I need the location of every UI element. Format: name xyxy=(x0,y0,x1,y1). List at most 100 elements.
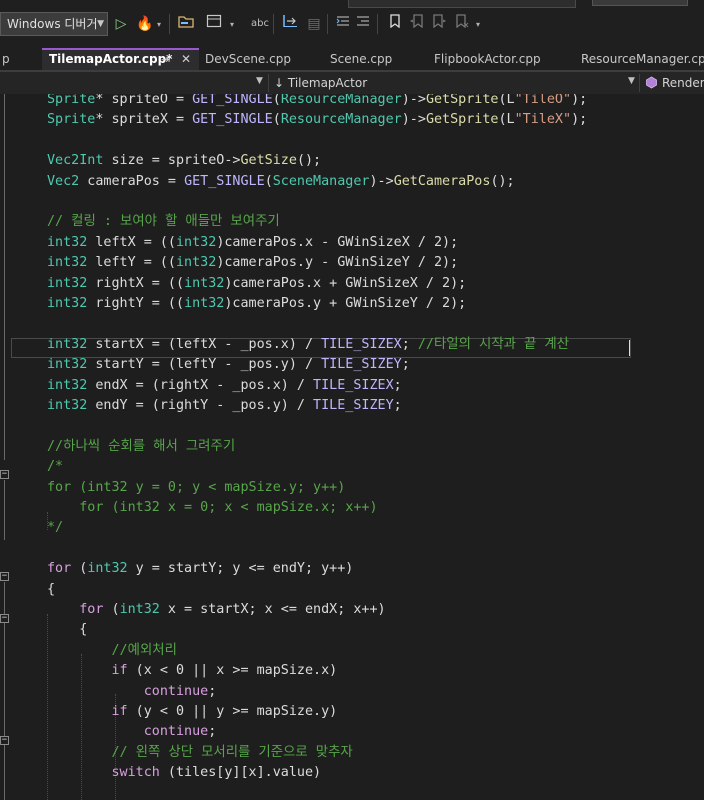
code-line[interactable]: int32 rightX = ((int32)cameraPos.x + GWi… xyxy=(47,274,466,294)
chevron-down-icon[interactable]: ▼ xyxy=(256,76,263,86)
search-box-edge[interactable] xyxy=(348,0,576,8)
code-token: for xyxy=(47,561,72,577)
layout-icon[interactable] xyxy=(205,14,223,34)
start-icon[interactable]: ▷ xyxy=(112,14,130,34)
code-line[interactable]: //하나씩 순회를 해서 그려주기 xyxy=(47,437,235,457)
code-token: { xyxy=(47,581,56,597)
code-line[interactable]: for (int32 x = 0; x < mapSize.x; x++) xyxy=(47,498,377,518)
hot-reload-icon[interactable]: 🔥 xyxy=(136,14,154,34)
collapse-icon[interactable]: − xyxy=(0,470,9,479)
tab-scene[interactable]: Scene.cpp xyxy=(330,48,420,70)
scope-select[interactable]: ↓ TilemapActor xyxy=(274,74,624,92)
pin-icon[interactable]: ⇥ xyxy=(161,50,170,69)
spell-check-icon[interactable]: abc xyxy=(251,14,269,34)
code-token: // 왼쪽 상단 모서리를 기준으로 맞추자 xyxy=(111,744,353,760)
collapse-icon[interactable]: − xyxy=(0,614,9,623)
format-icon[interactable]: ▤ xyxy=(305,14,323,34)
code-line[interactable]: // 컬링 : 보여야 할 애들만 보여주기 xyxy=(47,212,280,232)
member-select[interactable]: Render( xyxy=(662,74,704,92)
code-line[interactable]: continue; xyxy=(47,722,217,742)
code-token: (tiles[y][x].value) xyxy=(159,765,322,781)
code-token: TILE_SIZEX xyxy=(313,377,394,393)
code-line[interactable]: if (y < 0 || y >= mapSize.y) xyxy=(47,702,338,722)
code-line[interactable]: int32 endX = (rightX - _pos.x) / TILE_SI… xyxy=(47,376,402,396)
close-icon[interactable]: ✕ xyxy=(181,50,191,69)
code-token: Sprite xyxy=(47,112,96,128)
code-token: ; xyxy=(393,377,402,393)
collapse-icon[interactable]: − xyxy=(0,736,9,745)
code-token: int32 xyxy=(176,255,217,271)
code-token: GET_SINGLE xyxy=(192,112,273,128)
toolbar-button-edge[interactable] xyxy=(592,0,688,6)
toolbar-separator xyxy=(327,14,328,34)
code-token: leftY = (( xyxy=(87,255,176,271)
debugger-select[interactable]: Windows 디버거 ▼ xyxy=(0,12,108,36)
toolbar: Windows 디버거 ▼ ▷ 🔥 ▾ ▾ abc ▤ ▾ xyxy=(0,0,704,48)
code-line[interactable]: int32 startY = (leftY - _pos.y) / TILE_S… xyxy=(47,355,410,375)
code-line[interactable]: { xyxy=(47,580,55,600)
code-token: startX = (leftX - _pos.x) / xyxy=(87,336,322,352)
chevron-down-icon[interactable]: ▾ xyxy=(476,20,480,29)
tab-resourcemanager[interactable]: ResourceManager.cpp xyxy=(581,48,704,70)
scope-label: TilemapActor xyxy=(287,76,368,90)
code-line[interactable]: */ xyxy=(47,518,63,538)
code-line[interactable]: Vec2 cameraPos = GET_SINGLE(SceneManager… xyxy=(47,172,515,192)
bookmark-icon[interactable] xyxy=(386,14,404,34)
code-line[interactable]: for (int32 y = 0; y < mapSize.y; y++) xyxy=(47,478,345,498)
code-token: int32 xyxy=(184,275,225,291)
code-editor[interactable]: − − − − Sprite* spriteO = GET_SINGLE(Res… xyxy=(0,94,704,800)
code-token: * spriteX = xyxy=(95,112,193,128)
code-line[interactable]: int32 endY = (rightY - _pos.y) / TILE_SI… xyxy=(47,396,402,416)
chevron-down-icon[interactable]: ▾ xyxy=(157,20,161,29)
chevron-down-icon[interactable]: ▼ xyxy=(628,76,635,86)
code-token: if xyxy=(111,663,128,679)
collapse-icon[interactable]: − xyxy=(0,572,9,581)
bookmark-prev-icon[interactable] xyxy=(408,14,426,34)
code-token: leftX = (( xyxy=(87,234,176,250)
code-line[interactable]: for (int32 x = startX; x <= endX; x++) xyxy=(47,600,385,620)
code-line[interactable]: Vec2Int size = spriteO->GetSize(); xyxy=(47,151,321,171)
indent-icon[interactable] xyxy=(354,14,372,34)
step-icon[interactable] xyxy=(281,14,299,34)
document-tab-bar: p TilemapActor.cpp* ⇥ ✕ DevScene.cpp Sce… xyxy=(0,48,704,72)
chevron-down-icon[interactable]: ▾ xyxy=(230,20,234,29)
code-line[interactable]: int32 leftY = ((int32)cameraPos.y - GWin… xyxy=(47,253,458,273)
code-line[interactable]: int32 startX = (leftX - _pos.x) / TILE_S… xyxy=(47,335,569,355)
tab-flipbookactor[interactable]: FlipbookActor.cpp xyxy=(434,48,569,70)
code-token: )-> xyxy=(369,173,394,189)
bookmark-clear-icon[interactable] xyxy=(453,14,471,34)
tab-label: Scene.cpp xyxy=(330,52,393,66)
tab-label: FlipbookActor.cpp xyxy=(434,52,541,66)
code-line[interactable]: switch (tiles[y][x].value) xyxy=(47,763,322,783)
code-line[interactable]: /* xyxy=(47,457,63,477)
code-token: ; xyxy=(401,336,410,352)
code-line[interactable]: //예외처리 xyxy=(47,641,177,661)
bookmark-next-icon[interactable] xyxy=(430,14,448,34)
outdent-icon[interactable] xyxy=(334,14,352,34)
code-line[interactable]: int32 leftX = ((int32)cameraPos.x - GWin… xyxy=(47,233,458,253)
code-token: for xyxy=(79,602,104,617)
code-line[interactable]: if (x < 0 || x >= mapSize.x) xyxy=(47,661,338,681)
open-folder-icon[interactable] xyxy=(177,14,195,34)
chevron-down-icon[interactable]: ▼ xyxy=(97,13,104,35)
code-token: // 컬링 : 보여야 할 애들만 보여주기 xyxy=(47,214,280,230)
code-line[interactable]: // 왼쪽 상단 모서리를 기준으로 맞추자 xyxy=(47,743,353,763)
code-token: int32 xyxy=(87,561,128,577)
code-line[interactable]: continue; xyxy=(47,682,217,702)
code-line[interactable]: for (int32 y = startY; y <= endY; y++) xyxy=(47,559,353,579)
code-token: (); xyxy=(490,173,515,189)
tab-tilemapactor[interactable]: TilemapActor.cpp* ⇥ ✕ xyxy=(42,48,199,70)
code-line[interactable]: Sprite* spriteO = GET_SINGLE(ResourceMan… xyxy=(47,94,587,110)
tab-overflow[interactable]: p xyxy=(0,48,10,70)
code-token: GetSprite xyxy=(425,94,499,107)
tab-devscene[interactable]: DevScene.cpp xyxy=(205,48,320,70)
code-line[interactable]: Sprite* spriteX = GET_SINGLE(ResourceMan… xyxy=(47,110,587,130)
toolbar-separator xyxy=(273,14,274,34)
code-line[interactable]: int32 rightY = ((int32)cameraPos.y + GWi… xyxy=(47,294,466,314)
text-caret xyxy=(629,340,630,356)
code-line[interactable]: { xyxy=(47,620,87,640)
toolbar-separator xyxy=(169,14,170,34)
code-token: "TileO" xyxy=(514,94,572,107)
code-token: GetCameraPos xyxy=(393,173,491,189)
